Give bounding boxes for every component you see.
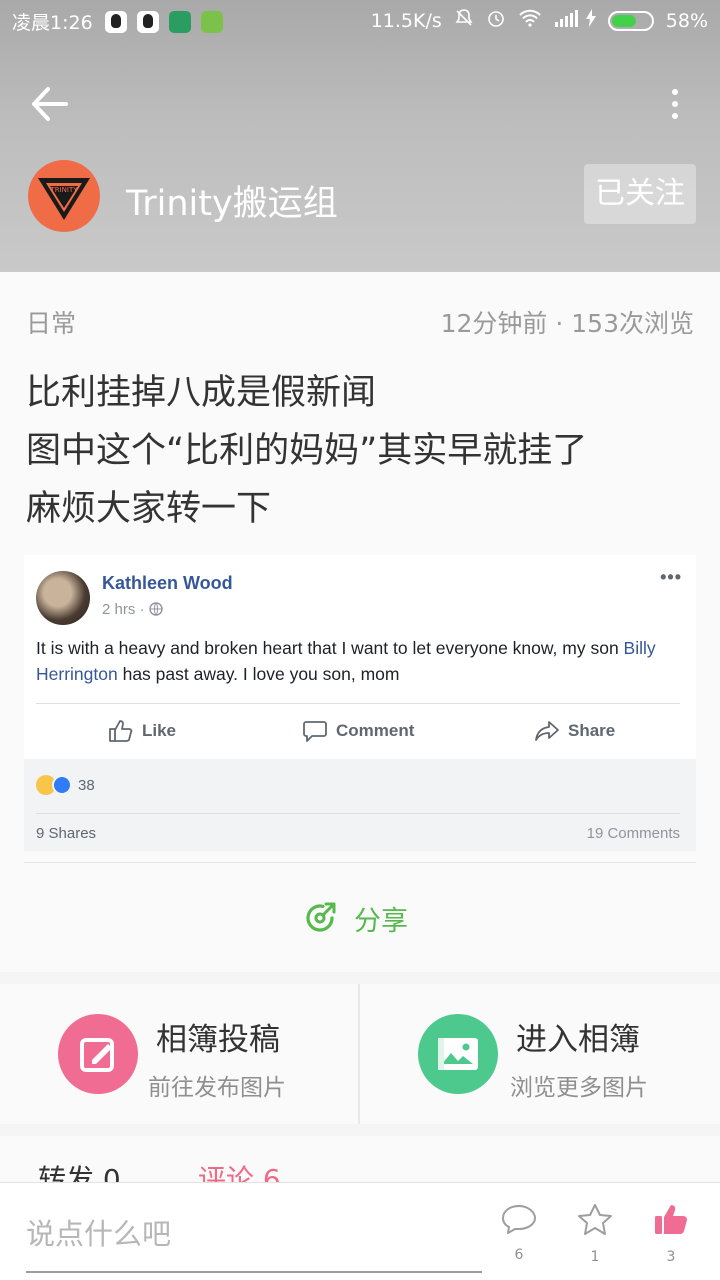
star-count: 1	[590, 1249, 600, 1265]
album-section: 相簿投稿 前往发布图片 进入相簿 浏览更多图片	[0, 984, 720, 1124]
network-speed: 11.5K/s	[370, 9, 442, 32]
battery-icon	[607, 10, 654, 31]
share-label: 分享	[354, 905, 408, 937]
comment-input[interactable]: 说点什么吧	[26, 1211, 171, 1253]
share-arrow-icon	[535, 721, 559, 741]
album-enter-button[interactable]: 进入相簿 浏览更多图片	[360, 984, 718, 1124]
fb-actions: Like Comment Share	[24, 705, 696, 757]
back-arrow-icon[interactable]	[26, 80, 74, 128]
fb-name: Kathleen Wood	[102, 573, 233, 593]
mute-icon	[454, 8, 474, 33]
post-content: 日常 12分钟前 · 153次浏览 比利挂掉八成是假新闻 图中这个“比利的妈妈”…	[0, 272, 720, 972]
image-icon	[418, 1014, 498, 1094]
shield-icon	[168, 10, 191, 33]
input-underline	[26, 1271, 482, 1273]
album-submit-title: 相簿投稿	[156, 1022, 280, 1058]
album-submit-button[interactable]: 相簿投稿 前往发布图片	[0, 984, 358, 1124]
status-bar: 凌晨1:26 11.5K/s 58%	[0, 0, 720, 40]
album-submit-subtitle: 前往发布图片	[148, 1075, 286, 1101]
edit-icon	[58, 1014, 138, 1094]
fb-body: It is with a heavy and broken heart that…	[36, 638, 656, 684]
status-left: 凌晨1:26	[12, 8, 233, 35]
share-circle-icon	[306, 902, 336, 932]
share-button[interactable]: 分享	[302, 900, 408, 937]
fb-shares: 9 Shares	[36, 825, 97, 842]
fb-avatar	[36, 571, 90, 625]
star-icon	[578, 1204, 612, 1235]
wifi-icon	[518, 8, 542, 33]
post-meta: 12分钟前 · 153次浏览	[440, 309, 694, 338]
post-text: 比利挂掉八成是假新闻 图中这个“比利的妈妈”其实早就挂了 麻烦大家转一下	[26, 364, 706, 538]
divider	[36, 703, 680, 704]
battery-percent: 58%	[665, 9, 708, 32]
status-right: 11.5K/s 58%	[359, 8, 708, 33]
reaction-count: 38	[78, 776, 95, 794]
fb-more-icon: •••	[660, 567, 682, 587]
bottom-bar: 说点什么吧 6 1 3	[0, 1182, 720, 1280]
fb-time: 2 hrs ·	[102, 601, 163, 618]
more-vertical-icon[interactable]	[670, 88, 680, 122]
avatar-text: TRINITY	[49, 186, 78, 194]
favorite-button[interactable]: 1	[572, 1203, 618, 1265]
fb-share: Share	[534, 705, 615, 757]
qq-icon	[104, 10, 127, 33]
battery-app-icon	[200, 10, 223, 33]
fb-comments: 19 Comments	[586, 825, 680, 842]
divider	[24, 862, 696, 863]
reaction-row: 38	[36, 775, 95, 795]
comment-count-button[interactable]: 6	[496, 1203, 542, 1263]
post-image[interactable]: Kathleen Wood 2 hrs · ••• It is with a h…	[24, 555, 696, 851]
like-button[interactable]: 3	[648, 1203, 694, 1265]
alarm-icon	[486, 8, 506, 33]
signal-icon	[554, 9, 578, 32]
group-avatar[interactable]: TRINITY	[28, 160, 100, 232]
comment-icon	[502, 1205, 536, 1234]
like-count: 3	[666, 1249, 676, 1265]
divider	[36, 813, 680, 814]
qq-icon	[136, 10, 159, 33]
thumbs-up-icon	[655, 1205, 687, 1234]
charging-icon	[585, 9, 596, 32]
album-enter-title: 进入相簿	[516, 1022, 640, 1058]
post-line: 麻烦大家转一下	[26, 489, 272, 529]
like-reaction-icon	[52, 775, 72, 795]
post-category[interactable]: 日常	[26, 304, 76, 340]
comment-icon	[303, 721, 327, 742]
post-line: 图中这个“比利的妈妈”其实早就挂了	[26, 431, 588, 471]
fb-reactions: 38 9 Shares 19 Comments	[24, 759, 696, 851]
post-line: 比利挂掉八成是假新闻	[26, 373, 377, 413]
globe-icon	[148, 602, 163, 616]
header: 凌晨1:26 11.5K/s 58% TRINITY Trinity搬运组 已关…	[0, 0, 720, 272]
fb-like: Like	[108, 705, 176, 757]
fb-comment: Comment	[302, 705, 414, 757]
like-icon	[109, 720, 133, 742]
group-name[interactable]: Trinity搬运组	[126, 175, 338, 226]
comment-count: 6	[514, 1247, 524, 1263]
status-time: 凌晨1:26	[12, 12, 93, 34]
follow-button[interactable]: 已关注	[584, 164, 696, 224]
album-enter-subtitle: 浏览更多图片	[510, 1075, 648, 1101]
